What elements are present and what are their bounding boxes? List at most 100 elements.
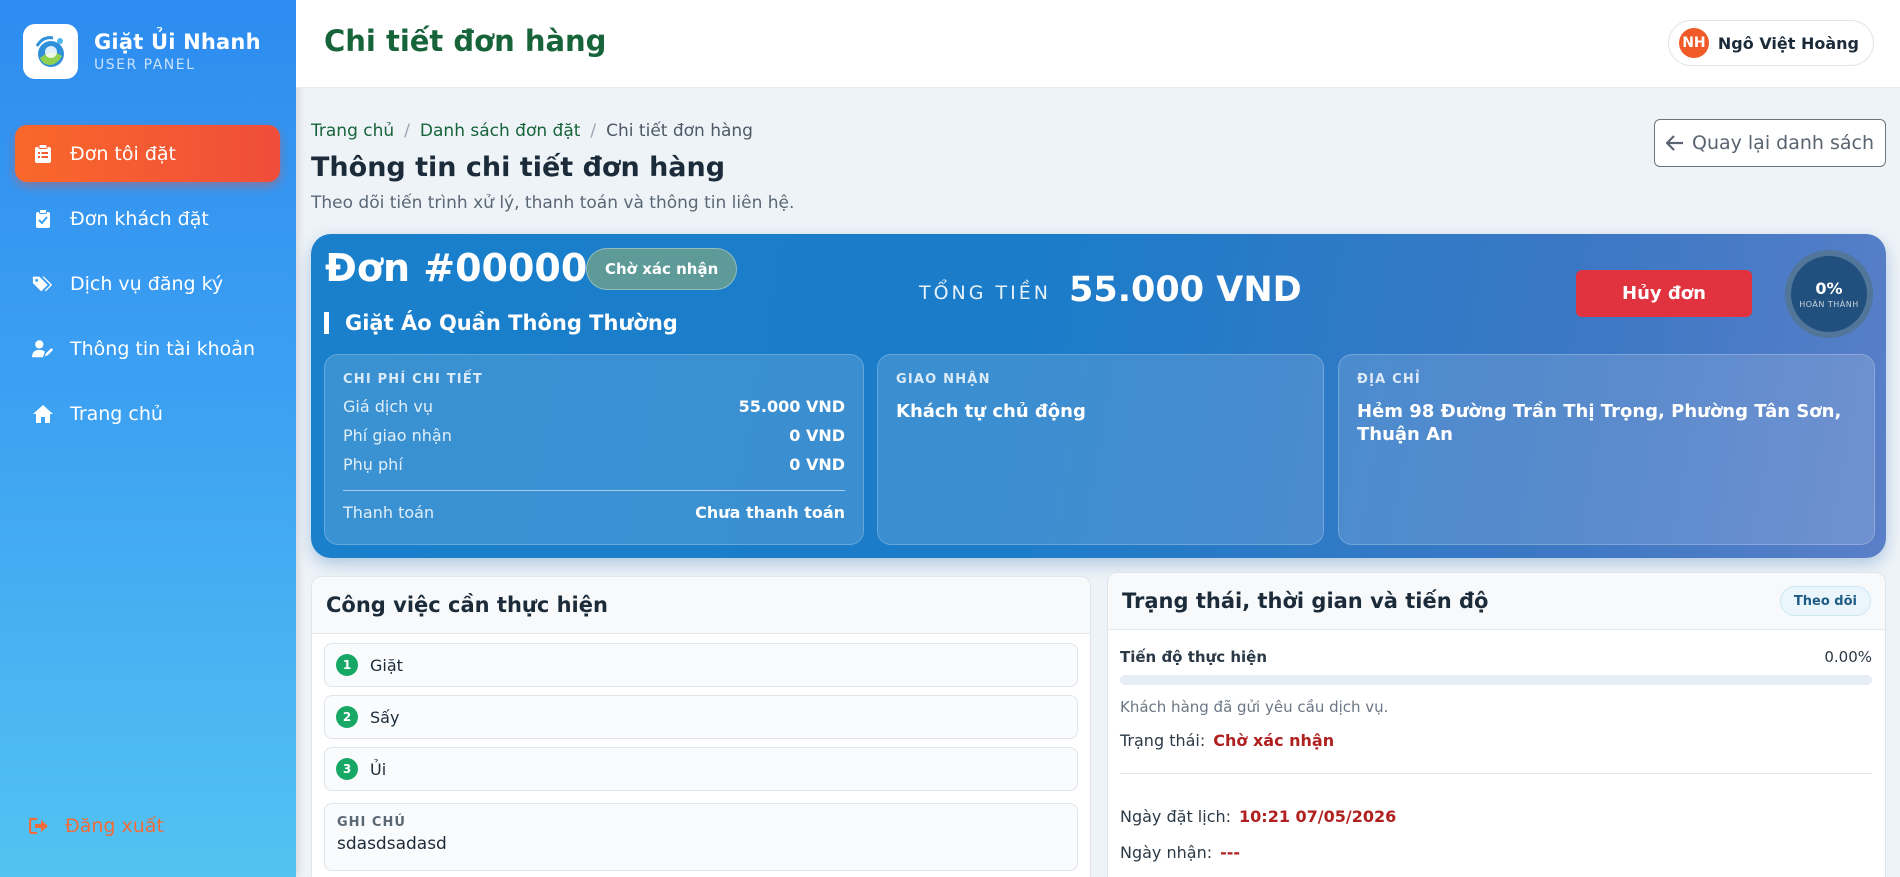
fee-value: 0 VND (789, 455, 845, 474)
completion-percent: 0% (1815, 279, 1843, 298)
breadcrumb-separator: / (590, 121, 597, 141)
brand-name: Giặt Ủi Nhanh (94, 30, 261, 54)
cost-detail-label: CHI PHÍ CHI TIẾT (343, 372, 483, 387)
tasks-panel: Công việc cần thực hiện 1 Giặt 2 Sấy 3 Ủ… (311, 576, 1091, 877)
progress-bar (1120, 675, 1872, 685)
status-row: Trạng thái: Chờ xác nhận (1120, 731, 1334, 750)
status-description: Khách hàng đã gửi yêu cầu dịch vụ. (1120, 698, 1389, 716)
user-edit-icon (32, 338, 54, 360)
back-button-label: Quay lại danh sách (1691, 132, 1875, 154)
status-label: Trạng thái: (1120, 731, 1206, 750)
breadcrumb: Trang chủ / Danh sách đơn đặt / Chi tiết… (311, 121, 753, 141)
fee-value: 0 VND (789, 426, 845, 445)
fee-label: Giá dịch vụ (343, 397, 433, 416)
booked-date-row: Ngày đặt lịch: 10:21 07/05/2026 (1120, 807, 1396, 826)
sidebar-item-services[interactable]: Dịch vụ đăng ký (15, 255, 280, 312)
tasks-panel-header: Công việc cần thực hiện (312, 577, 1090, 634)
sign-out-icon (29, 817, 51, 835)
status-panel: Trạng thái, thời gian và tiến độ Theo dõ… (1107, 572, 1886, 877)
delivery-label: GIAO NHẬN (896, 372, 991, 387)
delivery-card: GIAO NHẬN Khách tự chủ động (877, 354, 1324, 545)
task-number: 2 (336, 706, 358, 728)
sidebar-item-label: Trang chủ (70, 402, 163, 425)
received-date-value: --- (1220, 843, 1241, 862)
back-to-list-button[interactable]: Quay lại danh sách (1654, 119, 1886, 167)
fee-value: 55.000 VND (738, 397, 845, 416)
fee-label: Phụ phí (343, 455, 403, 474)
fee-divider (343, 490, 845, 491)
topbar: Chi tiết đơn hàng NH Ngô Việt Hoàng (296, 0, 1900, 88)
task-name: Sấy (370, 707, 400, 727)
booked-date-label: Ngày đặt lịch: (1120, 807, 1232, 826)
status-value: Chờ xác nhận (1213, 731, 1335, 750)
sidebar-item-label: Đơn khách đặt (70, 207, 209, 230)
total-label: TỔNG TIỀN (919, 282, 1051, 304)
list-item: 1 Giặt (324, 643, 1078, 687)
logout-button[interactable]: Đăng xuất (29, 815, 164, 837)
completion-label: HOÀN THÀNH (1799, 300, 1859, 309)
payment-label: Thanh toán (343, 503, 435, 522)
address-label: ĐỊA CHỈ (1357, 372, 1421, 387)
clipboard-list-icon (32, 143, 54, 165)
total-value: 55.000 VND (1069, 270, 1302, 310)
sidebar-nav: Đơn tôi đặt Đơn khách đặt Dịch vụ đăng k… (15, 125, 280, 450)
fee-row-delivery: Phí giao nhận 0 VND (343, 426, 845, 445)
status-badge: Chờ xác nhận (586, 248, 738, 290)
fee-label: Phí giao nhận (343, 426, 452, 445)
user-name: Ngô Việt Hoàng (1717, 33, 1859, 53)
logout-label: Đăng xuất (65, 815, 164, 837)
order-summary-card: Đơn #0000090 Chờ xác nhận TỔNG TIỀN 55.0… (311, 234, 1886, 558)
note-label: GHI CHÚ (337, 815, 406, 830)
payment-row: Thanh toán Chưa thanh toán (343, 503, 845, 522)
task-name: Ủi (370, 759, 387, 779)
page-subtitle: Theo dõi tiến trình xử lý, thanh toán và… (311, 193, 795, 213)
received-date-label: Ngày nhận: (1120, 843, 1213, 862)
arrow-left-icon (1665, 135, 1684, 151)
tags-icon (32, 273, 54, 295)
sidebar-item-label: Dịch vụ đăng ký (70, 272, 224, 295)
sidebar-item-label: Đơn tôi đặt (70, 142, 176, 165)
clipboard-check-icon (32, 208, 54, 230)
topbar-title: Chi tiết đơn hàng (324, 24, 607, 58)
note-box: GHI CHÚ sdasdsadasd (324, 803, 1078, 871)
cost-detail-card: CHI PHÍ CHI TIẾT Giá dịch vụ 55.000 VND … (324, 354, 864, 545)
status-panel-header: Trạng thái, thời gian và tiến độ Theo dõ… (1108, 573, 1885, 630)
brand[interactable]: Giặt Ủi Nhanh USER PANEL (23, 24, 261, 79)
divider (1120, 773, 1872, 774)
status-panel-title: Trạng thái, thời gian và tiến độ (1122, 589, 1489, 613)
home-icon (32, 403, 54, 425)
list-item: 2 Sấy (324, 695, 1078, 739)
sidebar-item-customer-orders[interactable]: Đơn khách đặt (15, 190, 280, 247)
booked-date-value: 10:21 07/05/2026 (1239, 807, 1397, 826)
task-name: Giặt (370, 655, 403, 675)
progress-value: 0.00% (1824, 648, 1872, 666)
payment-status: Chưa thanh toán (695, 503, 845, 522)
service-name: Giặt Áo Quần Thông Thường (324, 312, 678, 334)
breadcrumb-current: Chi tiết đơn hàng (606, 121, 753, 141)
task-number: 1 (336, 654, 358, 676)
page-title: Thông tin chi tiết đơn hàng (311, 152, 726, 183)
list-item: 3 Ủi (324, 747, 1078, 791)
sidebar-item-home[interactable]: Trang chủ (15, 385, 280, 442)
breadcrumb-orders-link[interactable]: Danh sách đơn đặt (420, 121, 581, 141)
fee-row-surcharge: Phụ phí 0 VND (343, 455, 845, 474)
sidebar-item-account[interactable]: Thông tin tài khoản (15, 320, 280, 377)
brand-logo-icon (23, 24, 78, 79)
address-value: Hẻm 98 Đường Trần Thị Trọng, Phường Tân … (1357, 401, 1842, 445)
tasks-panel-title: Công việc cần thực hiện (326, 593, 608, 617)
breadcrumb-home-link[interactable]: Trang chủ (311, 121, 394, 141)
note-value: sdasdsadasd (337, 834, 447, 854)
cancel-order-button[interactable]: Hủy đơn (1576, 270, 1752, 317)
received-date-row: Ngày nhận: --- (1120, 843, 1240, 862)
avatar: NH (1678, 28, 1709, 58)
user-menu[interactable]: NH Ngô Việt Hoàng (1667, 20, 1874, 66)
sidebar-item-label: Thông tin tài khoản (70, 337, 255, 360)
sidebar-item-my-orders[interactable]: Đơn tôi đặt (15, 125, 280, 182)
breadcrumb-separator: / (404, 121, 410, 141)
progress-label: Tiến độ thực hiện (1120, 648, 1268, 666)
sidebar: Giặt Ủi Nhanh USER PANEL Đơn tôi đặt Đơn… (0, 0, 296, 877)
address-card: ĐỊA CHỈ Hẻm 98 Đường Trần Thị Trọng, Phư… (1338, 354, 1875, 545)
brand-subtitle: USER PANEL (94, 57, 196, 73)
completion-ring: 0% HOÀN THÀNH (1785, 250, 1873, 338)
fee-row-service: Giá dịch vụ 55.000 VND (343, 397, 845, 416)
